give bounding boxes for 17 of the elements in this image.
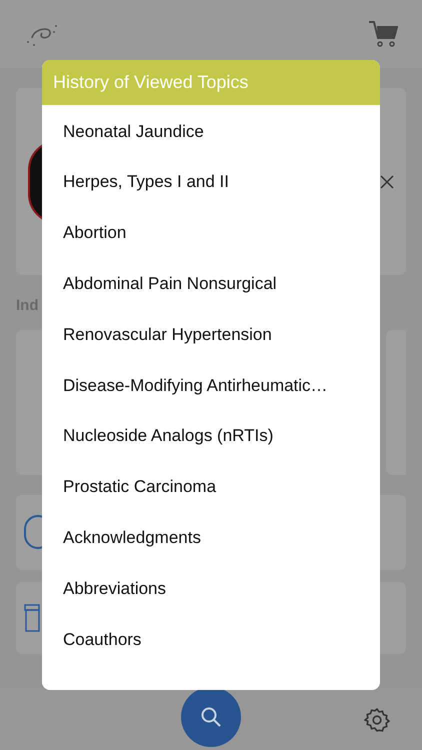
settings-icon[interactable]: [364, 707, 390, 733]
topic-item[interactable]: Disease-Modifying Antirheumatic…: [42, 360, 380, 411]
topic-item[interactable]: Abbreviations: [42, 563, 380, 614]
search-icon: [200, 706, 222, 728]
close-icon[interactable]: [380, 174, 394, 188]
topic-item[interactable]: Prostatic Carcinoma: [42, 462, 380, 512]
cart-icon[interactable]: [368, 20, 398, 48]
dialog-title: History of Viewed Topics: [42, 60, 380, 105]
topic-item[interactable]: Renovascular Hypertension: [42, 309, 380, 360]
topic-item[interactable]: Abdominal Pain Nonsurgical: [42, 258, 380, 310]
topic-item[interactable]: Coauthors: [42, 614, 380, 665]
topic-item[interactable]: Herpes, Types I and II: [42, 156, 380, 208]
box-icon: [24, 604, 40, 632]
topic-item[interactable]: Nucleoside Analogs (nRTIs): [42, 410, 380, 462]
topic-item[interactable]: Neonatal Jaundice: [42, 106, 380, 157]
topic-item[interactable]: Acknowledgments: [42, 512, 380, 564]
topic-item[interactable]: Abortion: [42, 208, 380, 258]
